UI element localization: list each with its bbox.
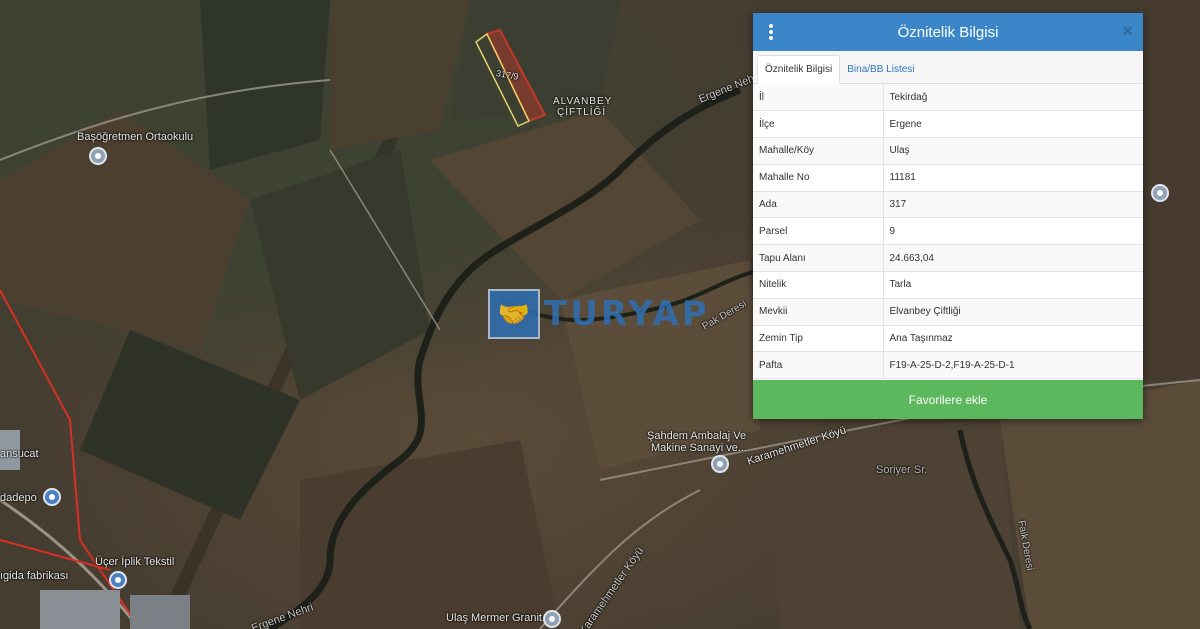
table-row: Pafta F19-A-25-D-2,F19-A-25-D-1 bbox=[753, 351, 1143, 380]
turyap-watermark: 🤝 TURYAP bbox=[488, 289, 710, 339]
map-label-ucer: Üçer İplik Tekstil bbox=[95, 556, 175, 568]
district-boundary bbox=[0, 539, 111, 571]
attribute-value: F19-A-25-D-2,F19-A-25-D-1 bbox=[883, 351, 1143, 380]
table-row: Zemin Tip Ana Taşınmaz bbox=[753, 325, 1143, 353]
school-poi-icon[interactable] bbox=[89, 147, 107, 165]
map-label-ciftligi: ÇİFTLİĞİ bbox=[557, 107, 607, 118]
road bbox=[539, 489, 701, 629]
tab-attribute-info[interactable]: Öznitelik Bilgisi bbox=[757, 55, 841, 84]
attribute-table: İl Tekirdağ İlçe Ergene Mahalle/Köy Ulaş Mahal… bbox=[753, 84, 1143, 380]
table-row: Ada 317 bbox=[753, 191, 1143, 219]
table-row: Mahalle No 11181 bbox=[753, 164, 1143, 192]
map-field bbox=[330, 0, 470, 150]
map-label-dadepo: dadepo bbox=[0, 492, 37, 504]
attribute-value: 9 bbox=[883, 217, 1143, 246]
map-label-ulas-mermer: Ulaş Mermer Granit bbox=[446, 612, 542, 624]
shop-poi-icon[interactable] bbox=[109, 571, 127, 589]
map-field bbox=[300, 440, 560, 629]
attribute-value: Tekirdağ bbox=[883, 84, 1143, 112]
attribute-value: Ulaş bbox=[883, 137, 1143, 165]
attribute-value: 11181 bbox=[883, 164, 1143, 192]
attribute-value: Elvanbey Çiftliği bbox=[883, 298, 1143, 326]
attribute-key: Mevkii bbox=[753, 298, 884, 326]
panel-tabs: Öznitelik Bilgisi Bina/BB Listesi bbox=[753, 51, 1143, 84]
attribute-value: 24.663,04 bbox=[883, 244, 1143, 273]
attribute-value: Ana Taşınmaz bbox=[883, 325, 1143, 353]
panel-header: Öznitelik Bilgisi × bbox=[753, 13, 1143, 51]
table-row: Mevkii Elvanbey Çiftliği bbox=[753, 298, 1143, 326]
building-block bbox=[130, 595, 190, 629]
tab-building-list[interactable]: Bina/BB Listesi bbox=[840, 56, 921, 83]
attribute-key: Nitelik bbox=[753, 271, 884, 299]
attribute-key: Ada bbox=[753, 191, 884, 219]
map-field bbox=[80, 330, 300, 520]
attribute-value: Tarla bbox=[883, 271, 1143, 299]
attribute-info-panel: Öznitelik Bilgisi × Öznitelik Bilgisi Bi… bbox=[753, 13, 1143, 419]
map-label-gida: ıgida fabrikası bbox=[0, 570, 69, 582]
add-to-favorites-button[interactable]: Favorilere ekle bbox=[753, 380, 1143, 419]
attribute-key: Mahalle/Köy bbox=[753, 137, 884, 165]
map-label-basogretmen: Başöğretmen Ortaokulu bbox=[77, 131, 194, 143]
attribute-key: Pafta bbox=[753, 351, 884, 380]
table-row: İlçe Ergene bbox=[753, 110, 1143, 139]
panel-title: Öznitelik Bilgisi bbox=[897, 23, 999, 41]
attribute-key: İlçe bbox=[753, 110, 884, 139]
map-field bbox=[0, 0, 200, 80]
turyap-logo-text: TURYAP bbox=[544, 294, 710, 334]
map-label-sahdem-1: Şahdem Ambalaj Ve bbox=[647, 430, 747, 442]
map-label-ansucat: ansucat bbox=[0, 448, 39, 460]
attribute-value: 317 bbox=[883, 191, 1143, 219]
granite-poi-icon[interactable] bbox=[543, 610, 561, 628]
attribute-key: İl bbox=[753, 84, 884, 112]
table-row: Mahalle/Köy Ulaş bbox=[753, 137, 1143, 165]
table-row: Nitelik Tarla bbox=[753, 271, 1143, 299]
map-field bbox=[200, 0, 330, 170]
attribute-key: Zemin Tip bbox=[753, 325, 884, 353]
attribute-value: Ergene bbox=[883, 110, 1143, 139]
attribute-key: Mahalle No bbox=[753, 164, 884, 192]
map-label-alvanbey: ALVANBEY bbox=[553, 96, 613, 107]
map-label-sahdem-2: Makine Sanayi ve... bbox=[651, 442, 747, 454]
handshake-icon: 🤝 bbox=[488, 289, 540, 339]
kebab-menu-icon[interactable] bbox=[765, 22, 777, 42]
table-row: Parsel 9 bbox=[753, 217, 1143, 246]
location-poi-icon[interactable] bbox=[1151, 184, 1169, 202]
attribute-key: Tapu Alanı bbox=[753, 244, 884, 273]
factory-poi-icon[interactable] bbox=[711, 455, 729, 473]
map-label-soriyer: Soriyer Sr. bbox=[876, 464, 928, 476]
close-icon[interactable]: × bbox=[1122, 21, 1133, 42]
building-block bbox=[40, 590, 120, 629]
depot-poi-icon[interactable] bbox=[43, 488, 61, 506]
attribute-key: Parsel bbox=[753, 217, 884, 246]
map-field bbox=[250, 150, 430, 400]
table-row: Tapu Alanı 24.663,04 bbox=[753, 244, 1143, 273]
table-row: İl Tekirdağ bbox=[753, 84, 1143, 112]
